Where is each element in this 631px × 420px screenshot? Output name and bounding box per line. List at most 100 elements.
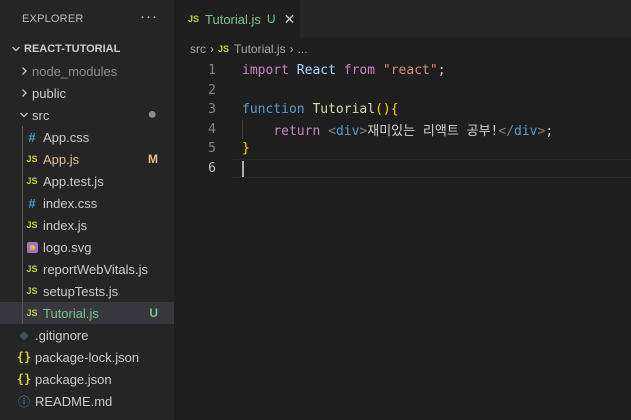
- code-token: </: [498, 123, 515, 139]
- file-tree: node_modules public src ● # App.css JS App.js M J…: [0, 60, 174, 412]
- tree-item-label: App.js: [43, 151, 80, 167]
- tree-item-label: public: [32, 85, 66, 101]
- css-file-icon: #: [28, 129, 36, 145]
- file-item[interactable]: JS reportWebVitals.js: [0, 258, 174, 280]
- code-line[interactable]: 1 import React from "react";: [174, 61, 631, 81]
- javascript-file-icon: JS: [26, 308, 38, 318]
- file-item[interactable]: ◆ .gitignore: [0, 324, 174, 346]
- breadcrumb-file[interactable]: Tutorial.js: [234, 42, 286, 56]
- explorer-sidebar: EXPLORER ··· REACT-TUTORIAL node_modules…: [0, 0, 174, 420]
- code-token: }: [242, 141, 250, 157]
- javascript-file-icon: JS: [188, 14, 200, 24]
- file-item[interactable]: # App.css: [0, 126, 174, 148]
- line-number: 4: [208, 121, 216, 137]
- line-number: 2: [208, 82, 216, 98]
- indent-guide: [22, 280, 23, 302]
- file-item[interactable]: JS index.js: [0, 214, 174, 236]
- code-line[interactable]: 5}: [174, 139, 631, 159]
- file-item[interactable]: {} package-lock.json: [0, 346, 174, 368]
- indent-guide: [22, 302, 23, 324]
- chevron-right-icon: ›: [289, 42, 294, 56]
- javascript-file-icon: JS: [218, 44, 230, 54]
- tree-item-label: README.md: [35, 393, 113, 409]
- folder-item[interactable]: src ●: [0, 104, 174, 126]
- file-item[interactable]: # index.css: [0, 192, 174, 214]
- more-actions-icon[interactable]: ···: [140, 8, 158, 25]
- breadcrumb-folder[interactable]: src: [190, 42, 206, 56]
- javascript-file-icon: JS: [26, 154, 38, 164]
- info-file-icon: ⓘ: [17, 394, 30, 409]
- file-item[interactable]: logo.svg: [0, 236, 174, 258]
- file-item[interactable]: JS Tutorial.js U: [0, 302, 174, 324]
- file-item[interactable]: JS App.js M: [0, 148, 174, 170]
- line-number: 3: [208, 102, 216, 118]
- code-token: <: [328, 123, 336, 139]
- code-token: function: [242, 102, 305, 118]
- code-text: import React from "react";: [242, 63, 446, 78]
- chevron-right-icon: ›: [210, 42, 214, 56]
- code-line[interactable]: 3 function Tutorial(){: [174, 100, 631, 120]
- breadcrumb-symbol[interactable]: ...: [298, 42, 308, 56]
- code-text: }: [242, 141, 250, 156]
- workspace-root[interactable]: REACT-TUTORIAL: [0, 38, 174, 60]
- file-item[interactable]: ⓘ README.md: [0, 390, 174, 412]
- tree-item-label: src: [32, 107, 50, 123]
- code-token: {: [390, 102, 399, 118]
- tree-item-label: package-lock.json: [35, 349, 140, 365]
- code-text: return <div>재미있는 리액트 공부!</div>;: [242, 120, 553, 139]
- file-item[interactable]: JS setupTests.js: [0, 280, 174, 302]
- chevron-right-icon: [16, 66, 32, 76]
- code-token: ;: [437, 63, 446, 79]
- json-file-icon: {}: [16, 350, 32, 364]
- code-token: import: [242, 63, 289, 79]
- breadcrumb: src › JS Tutorial.js › ...: [174, 38, 631, 60]
- code-token: "react": [382, 63, 438, 79]
- tree-item-label: node_modules: [32, 63, 118, 79]
- code-editor[interactable]: 1 import React from "react"; 2 3 function Tu…: [174, 61, 631, 178]
- javascript-file-icon: JS: [26, 220, 38, 230]
- code-token: 재미있는 리액트 공부!: [367, 123, 499, 139]
- tree-item-label: Tutorial.js: [43, 305, 99, 321]
- file-item[interactable]: JS App.test.js: [0, 170, 174, 192]
- chevron-down-icon: [8, 44, 24, 54]
- indent-guide: [22, 214, 23, 236]
- indent-guide: [22, 148, 23, 170]
- javascript-file-icon: JS: [26, 176, 38, 186]
- workspace-root-label: REACT-TUTORIAL: [24, 43, 121, 55]
- line-number: 6: [208, 160, 216, 176]
- image-file-icon: [24, 241, 40, 253]
- tree-item-label: .gitignore: [35, 327, 89, 343]
- indent-guide: [22, 192, 23, 214]
- chevron-down-icon: [16, 110, 32, 120]
- folder-item[interactable]: public: [0, 82, 174, 104]
- code-line[interactable]: 6: [174, 158, 631, 178]
- tree-item-label: logo.svg: [43, 239, 92, 255]
- tree-item-label: reportWebVitals.js: [43, 261, 149, 277]
- tab-tutorial-js[interactable]: JS Tutorial.js U ✕: [174, 0, 300, 38]
- text-cursor: [242, 160, 244, 177]
- indent-guide: [242, 119, 243, 139]
- folder-item[interactable]: node_modules: [0, 60, 174, 82]
- file-item[interactable]: {} package.json: [0, 368, 174, 390]
- chevron-right-icon: [16, 88, 32, 98]
- git-status-badge: ●: [147, 106, 157, 123]
- tree-item-label: package.json: [35, 371, 112, 387]
- explorer-header: EXPLORER ···: [0, 0, 174, 38]
- close-icon[interactable]: ✕: [284, 11, 296, 28]
- tree-item-label: App.css: [43, 129, 90, 145]
- code-token: (): [375, 102, 391, 118]
- indent-guide: [22, 236, 23, 258]
- code-line[interactable]: 2: [174, 81, 631, 101]
- code-token: Tutorial: [312, 102, 376, 118]
- tab-bar: JS Tutorial.js U ✕: [174, 0, 631, 38]
- code-token: div: [335, 123, 360, 139]
- tab-label: Tutorial.js: [205, 11, 261, 27]
- code-token: div: [514, 123, 538, 139]
- indent-guide: [22, 126, 23, 148]
- javascript-file-icon: JS: [26, 264, 38, 274]
